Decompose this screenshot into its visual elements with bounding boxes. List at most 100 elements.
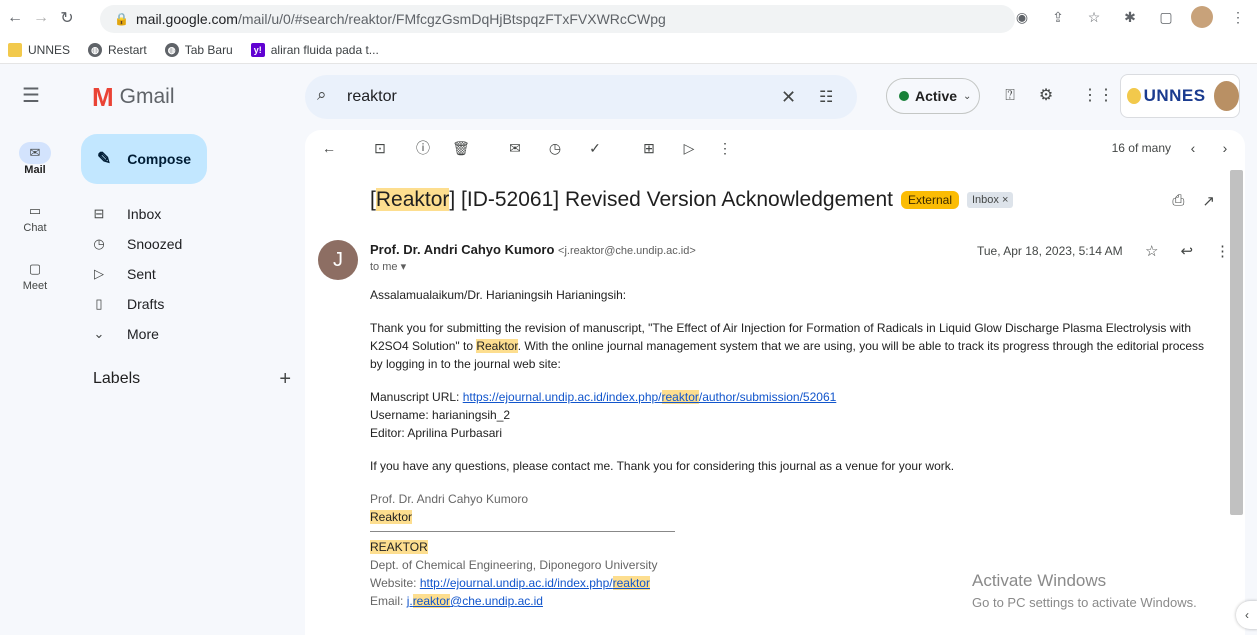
watermark-title: Activate Windows bbox=[972, 571, 1107, 590]
recipient-details[interactable]: to me ▾ bbox=[370, 260, 406, 273]
inbox-label-chip[interactable]: Inbox × bbox=[967, 192, 1014, 208]
search-options-icon[interactable]: ☷ bbox=[819, 87, 845, 107]
subject-rest: [ID-52061] Revised Version Acknowledgeme… bbox=[461, 188, 893, 211]
sidebar-item-inbox[interactable]: ⊟ Inbox bbox=[81, 199, 291, 229]
search-bar[interactable]: ⌕ reaktor ✕ ☷ bbox=[305, 75, 857, 119]
message-date: Tue, Apr 18, 2023, 5:14 AM bbox=[977, 244, 1123, 258]
sender-name[interactable]: Prof. Dr. Andri Cahyo Kumoro bbox=[370, 242, 554, 257]
sender-avatar[interactable]: J bbox=[318, 240, 358, 280]
compose-button[interactable]: ✎ Compose bbox=[81, 134, 207, 184]
scrollbar[interactable] bbox=[1230, 170, 1243, 515]
more-options-icon[interactable]: ⋮ bbox=[715, 138, 735, 158]
video-icon: ▢ bbox=[28, 261, 42, 276]
side-panel-toggle-icon[interactable]: ‹ bbox=[1236, 601, 1257, 629]
label-icon[interactable]: ▷ bbox=[679, 138, 699, 158]
watermark-subtitle: Go to PC settings to activate Windows. bbox=[972, 595, 1197, 610]
move-to-icon[interactable]: ⊞ bbox=[639, 138, 659, 158]
prev-icon[interactable]: ‹ bbox=[1183, 138, 1203, 158]
chat-icon: ▭ bbox=[28, 203, 42, 218]
back-to-list-icon[interactable]: ← bbox=[319, 138, 339, 158]
search-input[interactable]: reaktor bbox=[347, 88, 781, 106]
delete-icon[interactable]: 🗑 bbox=[451, 138, 471, 158]
bookmark-aliran[interactable]: y! aliran fluida pada t... bbox=[250, 43, 379, 57]
greeting: Assalamualaikum/Dr. Harianingsih Hariani… bbox=[370, 288, 627, 302]
report-spam-icon[interactable]: ⓘ bbox=[413, 138, 433, 158]
sidebar-item-sent[interactable]: ▷ Sent bbox=[81, 259, 291, 289]
open-new-window-icon[interactable]: ↗ bbox=[1202, 192, 1215, 210]
account-avatar[interactable] bbox=[1213, 81, 1239, 111]
rail-label: Chat bbox=[23, 222, 47, 234]
org-name: UNNES bbox=[1143, 86, 1206, 105]
folder-label: Sent bbox=[127, 266, 156, 282]
sidebar-item-more[interactable]: ⌄ More bbox=[81, 319, 291, 349]
mark-unread-icon[interactable]: ✉ bbox=[505, 138, 525, 158]
folder-label: Inbox bbox=[127, 206, 162, 222]
sidepanel-icon[interactable]: ▢ bbox=[1155, 6, 1177, 28]
labels-section: Labels + bbox=[93, 369, 291, 389]
rail-item-chat[interactable]: ▭ Chat bbox=[0, 188, 70, 246]
bookmark-tab-baru[interactable]: ◍ Tab Baru bbox=[164, 43, 233, 57]
globe-icon: ◍ bbox=[164, 43, 179, 57]
back-icon[interactable]: ← bbox=[4, 7, 26, 29]
main-menu-icon[interactable]: ☰ bbox=[22, 84, 46, 108]
editor-line: Editor: Aprilina Purbasari bbox=[370, 426, 503, 440]
folder-list: ⊟ Inbox ◷ Snoozed ▷ Sent ▯ Drafts ⌄ More bbox=[81, 199, 291, 349]
bookmark-unnes[interactable]: UNNES bbox=[8, 43, 70, 57]
rail-label: Mail bbox=[24, 164, 46, 176]
status-dot bbox=[899, 91, 909, 101]
manuscript-url-label: Manuscript URL: bbox=[370, 390, 463, 404]
star-icon[interactable]: ☆ bbox=[1145, 242, 1158, 260]
settings-icon[interactable]: ⚙ bbox=[1034, 84, 1058, 108]
search-icon[interactable]: ⌕ bbox=[317, 85, 341, 109]
status-button[interactable]: Active ⌄ bbox=[886, 78, 980, 114]
print-icon[interactable]: ⎙ bbox=[1172, 192, 1184, 210]
app-rail: ✉ Mail ▭ Chat ▢ Meet bbox=[0, 130, 70, 304]
sig-journal: Reaktor bbox=[370, 510, 413, 524]
message-subject: [Reaktor] [ID-52061] Revised Version Ack… bbox=[370, 188, 1014, 212]
clear-search-icon[interactable]: ✕ bbox=[781, 87, 807, 108]
draft-icon: ▯ bbox=[95, 296, 103, 311]
status-label: Active bbox=[915, 88, 958, 104]
sidebar-item-snoozed[interactable]: ◷ Snoozed bbox=[81, 229, 291, 259]
bookmark-label: Restart bbox=[108, 43, 147, 57]
gmail-logo[interactable]: M Gmail bbox=[92, 84, 175, 110]
bookmark-restart[interactable]: ◍ Restart bbox=[88, 43, 147, 57]
inbox-icon: ⊟ bbox=[93, 206, 105, 221]
more-vertical-icon[interactable]: ⋮ bbox=[1215, 242, 1230, 260]
next-icon[interactable]: › bbox=[1215, 138, 1235, 158]
add-task-icon[interactable]: ✓ bbox=[585, 138, 605, 158]
forward-icon[interactable]: → bbox=[30, 7, 52, 29]
apps-grid-icon[interactable]: ⋮⋮ bbox=[1082, 84, 1114, 108]
extensions-icon[interactable]: ✱ bbox=[1119, 6, 1141, 28]
clock-icon: ◷ bbox=[93, 236, 105, 251]
email-link[interactable]: j.reaktor@che.undip.ac.id bbox=[407, 594, 543, 608]
browser-toolbar: ← → ↻ 🔒 mail.google.com/mail/u/0/#search… bbox=[0, 0, 1257, 36]
manuscript-url-link[interactable]: https://ejournal.undip.ac.id/index.php/r… bbox=[463, 390, 836, 404]
eye-icon[interactable]: ◉ bbox=[1011, 6, 1033, 28]
address-bar[interactable]: 🔒 mail.google.com/mail/u/0/#search/reakt… bbox=[100, 5, 1015, 33]
help-icon[interactable]: ⍰ bbox=[998, 84, 1022, 108]
reply-icon[interactable]: ↩ bbox=[1180, 242, 1193, 260]
rail-item-mail[interactable]: ✉ Mail bbox=[0, 130, 70, 188]
add-label-icon[interactable]: + bbox=[279, 369, 291, 389]
star-icon[interactable]: ☆ bbox=[1083, 6, 1105, 28]
sidebar-item-drafts[interactable]: ▯ Drafts bbox=[81, 289, 291, 319]
account-switcher[interactable]: UNNES bbox=[1120, 74, 1240, 118]
gmail-brand: Gmail bbox=[119, 85, 175, 108]
reload-icon[interactable]: ↻ bbox=[56, 7, 78, 29]
rail-item-meet[interactable]: ▢ Meet bbox=[0, 246, 70, 304]
folder-icon bbox=[8, 43, 22, 57]
folder-label: Drafts bbox=[127, 296, 165, 312]
profile-avatar[interactable] bbox=[1191, 6, 1213, 28]
activate-windows-watermark: Activate Windows Go to PC settings to ac… bbox=[972, 570, 1197, 614]
message-actions: ☆ ↩ ⋮ bbox=[1145, 242, 1230, 260]
body-paragraph: Thank you for submitting the revision of… bbox=[370, 319, 1220, 373]
website-link[interactable]: http://ejournal.undip.ac.id/index.php/re… bbox=[420, 576, 650, 590]
snooze-icon[interactable]: ◷ bbox=[545, 138, 565, 158]
url-path: /mail/u/0/#search/reaktor/FMfcgzGsmDqHjB… bbox=[237, 11, 666, 27]
bookmark-label: UNNES bbox=[28, 43, 71, 57]
archive-icon[interactable]: ⊡ bbox=[370, 138, 390, 158]
share-icon[interactable]: ⇪ bbox=[1047, 6, 1069, 28]
menu-icon[interactable]: ⋮ bbox=[1227, 6, 1249, 28]
send-icon: ▷ bbox=[94, 266, 104, 281]
